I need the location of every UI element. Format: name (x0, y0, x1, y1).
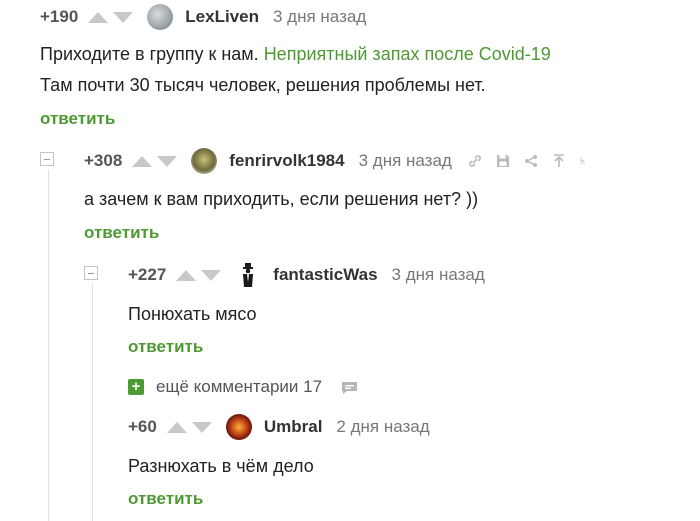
avatar[interactable] (191, 148, 218, 174)
comment-header: +60 Umbral 2 дня назад (128, 413, 430, 441)
rating: +190 (40, 7, 79, 26)
more-comments-link[interactable]: ещё комментарии 17 (156, 377, 322, 397)
comment-header: +227 fantasticWas 3 дня назад (128, 261, 485, 289)
reply-button[interactable]: ответить (84, 223, 159, 243)
avatar[interactable] (235, 262, 262, 288)
timestamp: 2 дня назад (336, 417, 430, 436)
upvote-arrow-icon[interactable] (166, 421, 187, 433)
timestamp: 3 дня назад (391, 265, 485, 284)
username[interactable]: fantasticWas (273, 265, 377, 285)
comment-text: а зачем к вам приходить, если решения не… (84, 189, 479, 209)
upvote-arrow-icon[interactable] (176, 269, 197, 281)
speech-bubble-icon (342, 382, 357, 394)
rating: +60 (128, 417, 157, 436)
avatar[interactable] (225, 414, 252, 440)
expand-more-comments-icon[interactable]: + (128, 379, 144, 395)
avatar[interactable] (147, 4, 174, 30)
downvote-arrow-icon[interactable] (191, 421, 212, 433)
comment-text-line-2: Там почти 30 тысяч человек, решения проб… (40, 75, 486, 95)
comment-text-line-1: Приходите в группу к нам. (40, 44, 259, 64)
downvote-arrow-icon[interactable] (157, 155, 178, 167)
rating: +227 (128, 265, 167, 284)
downvote-arrow-icon[interactable] (201, 269, 222, 281)
downvote-arrow-icon[interactable] (113, 11, 134, 23)
comment-header: +308 fenrirvolk1984 3 дня назад (84, 147, 588, 175)
timestamp: 3 дня назад (358, 151, 452, 170)
more-icon[interactable] (580, 154, 588, 168)
save-icon[interactable] (496, 154, 510, 168)
username[interactable]: Umbral (264, 417, 323, 437)
reply-button[interactable]: ответить (40, 109, 115, 129)
reply-button[interactable]: ответить (128, 337, 203, 357)
thread-line-level-1 (48, 170, 49, 521)
reply-button[interactable]: ответить (128, 489, 203, 509)
comment-header: +190 LexLiven 3 дня назад (40, 3, 366, 31)
upvote-arrow-icon[interactable] (88, 11, 109, 23)
comment-text: Приходите в группу к нам. Неприятный зап… (40, 40, 551, 69)
timestamp: 3 дня назад (273, 7, 367, 26)
link-icon[interactable] (468, 154, 482, 168)
username[interactable]: LexLiven (185, 7, 259, 27)
comment-tools (468, 154, 588, 168)
username[interactable]: fenrirvolk1984 (229, 151, 344, 171)
collapse-toggle[interactable] (84, 266, 98, 280)
upvote-arrow-icon[interactable] (132, 155, 153, 167)
collapse-toggle[interactable] (40, 152, 54, 166)
share-icon[interactable] (524, 154, 538, 168)
group-link[interactable]: Неприятный запах после Covid-19 (264, 44, 551, 64)
rating: +308 (84, 151, 123, 170)
thread-line-level-2 (92, 284, 93, 521)
comment-text: Разнюхать в чём дело (128, 456, 314, 476)
comment-text: Понюхать мясо (128, 304, 257, 324)
go-to-parent-icon[interactable] (552, 154, 566, 168)
